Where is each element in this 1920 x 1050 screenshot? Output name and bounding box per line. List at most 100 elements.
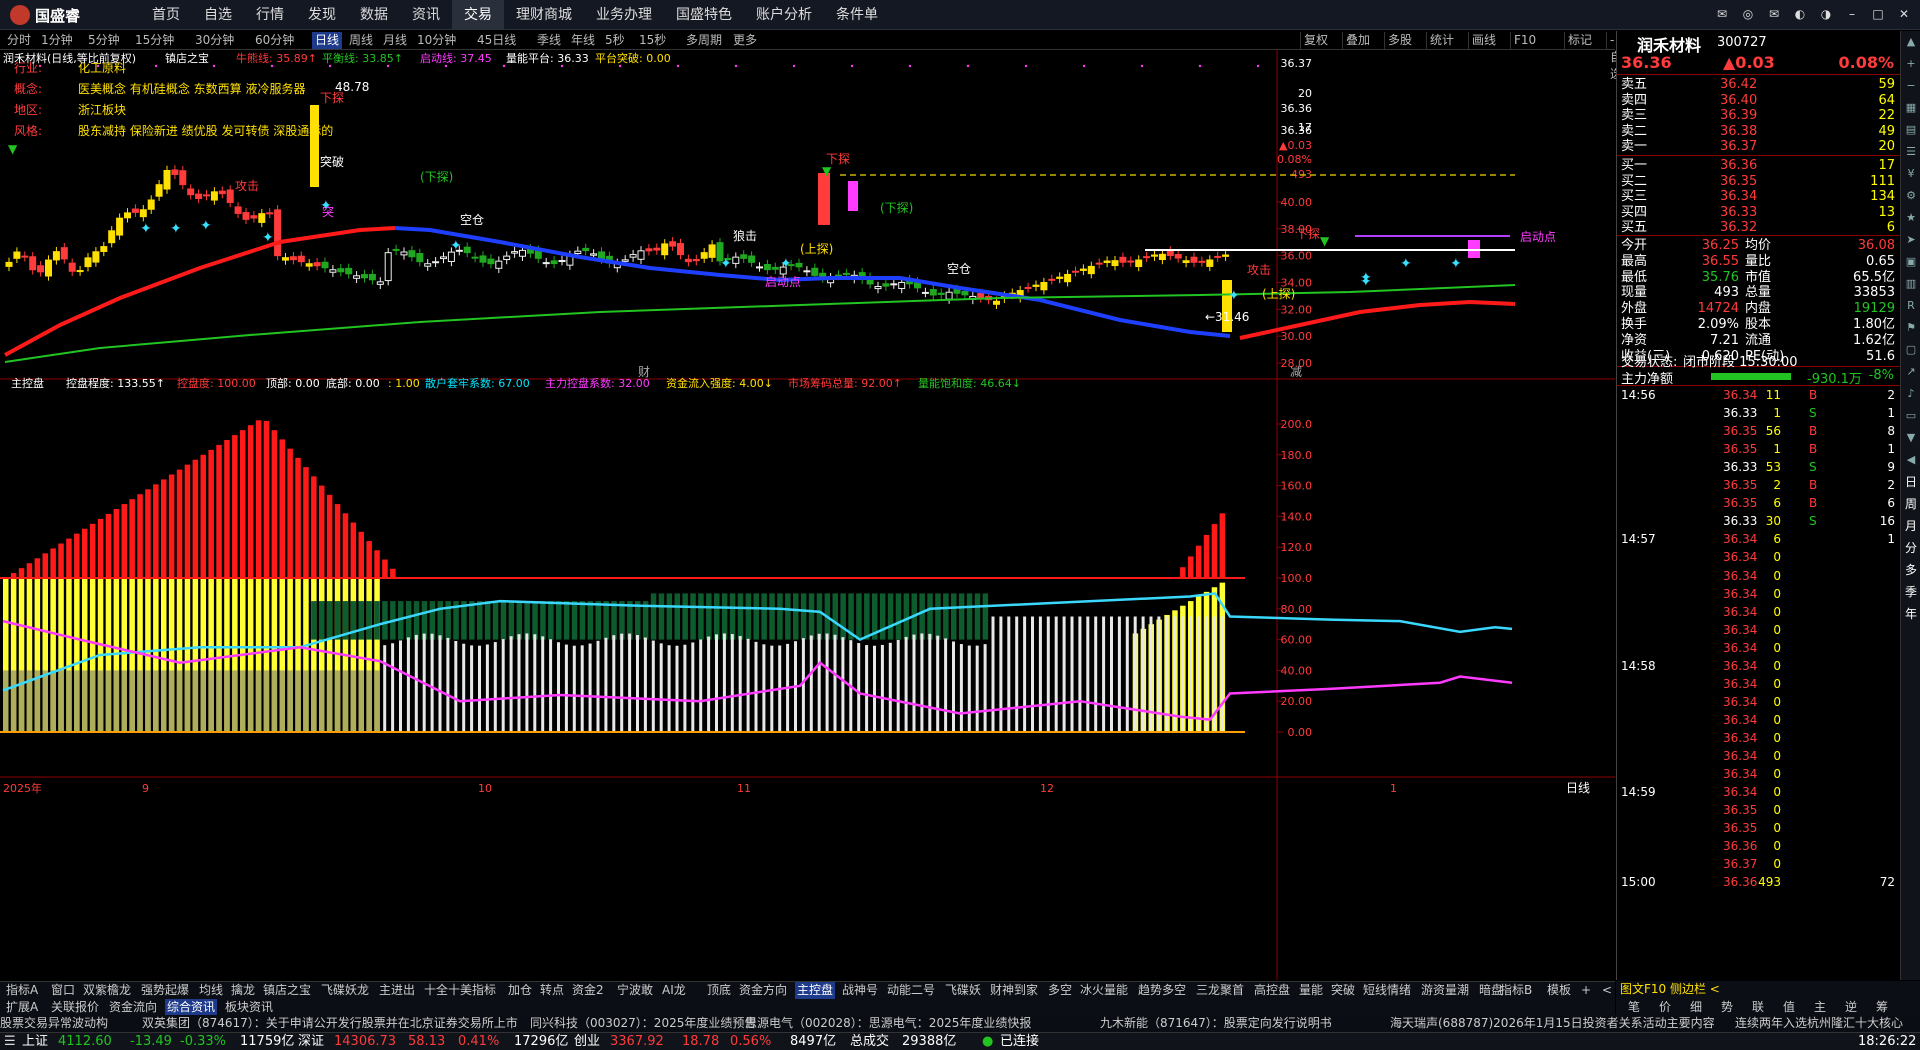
- status-menu-icon[interactable]: ☰: [4, 1034, 16, 1050]
- sz-index-label[interactable]: 深证: [298, 1034, 324, 1050]
- news-item-3[interactable]: 思源电气（002028）：思源电气：2025年度业绩快报: [745, 1015, 1031, 1032]
- indicator-tab-20[interactable]: 飞碟妖: [943, 982, 983, 999]
- indicator-tab-18[interactable]: 战神号: [840, 982, 880, 999]
- list-icon[interactable]: ☰: [1901, 141, 1920, 163]
- indicator-tab-17[interactable]: 主控盘: [795, 982, 836, 999]
- menu-item-0[interactable]: 首页: [140, 0, 192, 30]
- bell-icon[interactable]: ♪: [1901, 383, 1920, 405]
- indicator-tab-0[interactable]: 指标A: [4, 982, 40, 999]
- indicator-tab-29[interactable]: 短线情绪: [1361, 982, 1413, 999]
- money-icon[interactable]: ¥: [1901, 163, 1920, 185]
- quote-tab-0[interactable]: 笔: [1620, 1000, 1648, 1015]
- info-tab-0[interactable]: 扩展A: [4, 999, 40, 1016]
- chevron-up-icon[interactable]: ▲: [1901, 31, 1920, 53]
- period-4[interactable]: 30分钟: [192, 32, 237, 49]
- period-0[interactable]: 分时: [4, 32, 34, 49]
- menu-item-10[interactable]: 账户分析: [744, 0, 824, 30]
- kline-chart[interactable]: 40.0038.0036.0034.0032.0030.0028.0036.37…: [0, 50, 1615, 980]
- indicator-tab-16[interactable]: 资金方向: [737, 982, 789, 999]
- period-7[interactable]: 周线: [346, 32, 376, 49]
- indicator-tab-14[interactable]: AI龙: [660, 982, 688, 999]
- period-15[interactable]: 多周期: [683, 32, 725, 49]
- sidebar-period-4[interactable]: 多: [1901, 559, 1920, 581]
- lock-icon[interactable]: ▢: [1901, 339, 1920, 361]
- indicator-right-0[interactable]: 指标B: [1500, 982, 1532, 999]
- indicator-tab-11[interactable]: 转点: [538, 982, 566, 999]
- indicator-tab-7[interactable]: 飞碟妖龙: [319, 982, 371, 999]
- arrow-icon[interactable]: ➤: [1901, 229, 1920, 251]
- indicator-right-1[interactable]: 模板: [1547, 982, 1571, 999]
- period-3[interactable]: 15分钟: [132, 32, 177, 49]
- indicator-tab-6[interactable]: 镇店之宝: [261, 982, 313, 999]
- indicator-tab-30[interactable]: 游资量潮: [1419, 982, 1471, 999]
- period-16[interactable]: 更多: [730, 32, 760, 49]
- menu-item-11[interactable]: 条件单: [824, 0, 890, 30]
- period-11[interactable]: 季线: [534, 32, 564, 49]
- menu-item-6[interactable]: 交易: [452, 0, 504, 30]
- indicator-tab-5[interactable]: 擒龙: [229, 982, 257, 999]
- maximize-icon[interactable]: □: [1868, 4, 1888, 24]
- info-tab-2[interactable]: 资金流向: [107, 999, 159, 1016]
- period-8[interactable]: 月线: [380, 32, 410, 49]
- indicator-tab-10[interactable]: 加仓: [506, 982, 534, 999]
- period-1[interactable]: 1分钟: [38, 32, 76, 49]
- period-2[interactable]: 5分钟: [85, 32, 123, 49]
- book-icon[interactable]: ▣: [1901, 251, 1920, 273]
- skin-icon[interactable]: ◑: [1816, 4, 1836, 24]
- quote-tab-8[interactable]: 筹: [1868, 1000, 1896, 1015]
- indicator-tab-3[interactable]: 强势起爆: [139, 982, 191, 999]
- close-icon[interactable]: ✕: [1894, 4, 1914, 24]
- star-icon[interactable]: ★: [1901, 207, 1920, 229]
- chart-tool-5[interactable]: F10: [1510, 32, 1539, 49]
- quote-tab-4[interactable]: 联: [1744, 1000, 1772, 1015]
- rsi-icon[interactable]: R: [1901, 295, 1920, 317]
- indicator-tab-4[interactable]: 均线: [197, 982, 225, 999]
- chart-tool-1[interactable]: 叠加: [1342, 32, 1373, 49]
- indicator-tab-25[interactable]: 三龙聚首: [1194, 982, 1246, 999]
- period-9[interactable]: 10分钟: [414, 32, 459, 49]
- indicator-tab-26[interactable]: 高控盘: [1252, 982, 1292, 999]
- news-item-0[interactable]: 股票交易异常波动构: [0, 1015, 108, 1032]
- chat-icon[interactable]: ◎: [1738, 4, 1758, 24]
- menu-item-5[interactable]: 资讯: [400, 0, 452, 30]
- share-icon[interactable]: ↗: [1901, 361, 1920, 383]
- chevron-down-icon[interactable]: ▼: [1901, 427, 1920, 449]
- indicator-tab-2[interactable]: 双紫檐龙: [81, 982, 133, 999]
- indicator-tab-15[interactable]: 顶底: [705, 982, 733, 999]
- period-14[interactable]: 15秒: [636, 32, 669, 49]
- period-6[interactable]: 日线: [312, 32, 343, 49]
- sidebar-period-0[interactable]: 日: [1901, 471, 1920, 493]
- menu-item-4[interactable]: 数据: [348, 0, 400, 30]
- indicator-tab-27[interactable]: 量能: [1297, 982, 1325, 999]
- news-item-6[interactable]: 连续两年入选杭州隆汇十大核心: [1735, 1015, 1903, 1032]
- sidebar-period-5[interactable]: 季: [1901, 581, 1920, 603]
- sh-index-label[interactable]: 上证: [22, 1034, 48, 1050]
- menu-item-1[interactable]: 自选: [192, 0, 244, 30]
- sidebar-period-6[interactable]: 年: [1901, 603, 1920, 625]
- indicator-tab-22[interactable]: 多空: [1046, 982, 1074, 999]
- indicator-tab-21[interactable]: 财神到家: [988, 982, 1040, 999]
- chart-icon[interactable]: ▤: [1901, 119, 1920, 141]
- menu-item-8[interactable]: 业务办理: [584, 0, 664, 30]
- sidebar-period-1[interactable]: 周: [1901, 493, 1920, 515]
- quote-tab-1[interactable]: 价: [1651, 1000, 1679, 1015]
- period-13[interactable]: 5秒: [602, 32, 628, 49]
- chart-tool-2[interactable]: 多股: [1384, 32, 1415, 49]
- info-tab-3[interactable]: 综合资讯: [165, 999, 218, 1016]
- bar-icon[interactable]: ▥: [1901, 273, 1920, 295]
- doc-icon[interactable]: ▭: [1901, 405, 1920, 427]
- flag-icon[interactable]: ⚑: [1901, 317, 1920, 339]
- quote-tab-2[interactable]: 细: [1682, 1000, 1710, 1015]
- indicator-tab-9[interactable]: 十全十美指标: [422, 982, 498, 999]
- menu-item-9[interactable]: 国盛特色: [664, 0, 744, 30]
- indicator-tab-1[interactable]: 窗口: [49, 982, 77, 999]
- indicator-tab-13[interactable]: 宁波敢: [615, 982, 655, 999]
- sidebar-period-2[interactable]: 月: [1901, 515, 1920, 537]
- menu-item-2[interactable]: 行情: [244, 0, 296, 30]
- minimize-icon[interactable]: –: [1842, 4, 1862, 24]
- news-item-5[interactable]: 海天瑞声(688787)2026年1月15日投资者关系活动主要内容: [1390, 1015, 1715, 1032]
- minus-icon[interactable]: −: [1901, 75, 1920, 97]
- quote-tab-7[interactable]: 逆: [1837, 1000, 1865, 1015]
- chevron-left-icon[interactable]: ◀: [1901, 449, 1920, 471]
- period-5[interactable]: 60分钟: [252, 32, 297, 49]
